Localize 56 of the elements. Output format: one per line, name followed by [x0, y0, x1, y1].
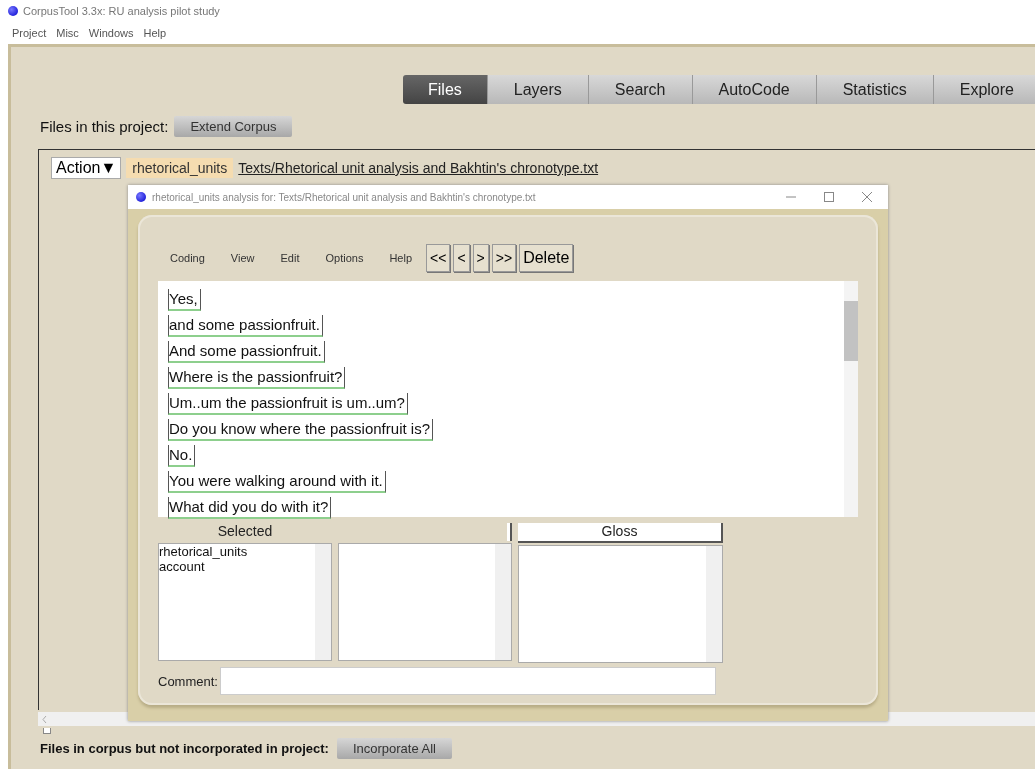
text-segment[interactable]: Do you know where the passionfruit is? [168, 419, 433, 441]
maximize-icon[interactable] [824, 192, 834, 202]
files-label: Files in this project: [40, 118, 169, 135]
comment-label: Comment: [158, 673, 218, 689]
window-title: CorpusTool 3.3x: RU analysis pilot study [23, 5, 220, 17]
menu-item[interactable]: Misc [56, 27, 79, 39]
list-box[interactable] [518, 545, 723, 663]
dialog-title: rhetorical_units analysis for: Texts/Rhetorical unit analysis and Bakhtin's chronotype.txt [152, 191, 537, 203]
scrollbar[interactable] [315, 544, 331, 660]
tab[interactable]: Files [403, 75, 488, 104]
nav-button[interactable]: < [453, 244, 470, 272]
menu-item[interactable]: View [230, 252, 255, 264]
text-segment[interactable]: Um..um the passionfruit is um..um? [168, 393, 408, 415]
menu-item[interactable]: Coding [170, 252, 205, 264]
app-icon [136, 192, 146, 202]
vertical-scrollbar[interactable] [844, 281, 858, 517]
layer-tag[interactable]: rhetorical_units [126, 158, 234, 178]
action-menu-button[interactable]: Action▼ [51, 157, 122, 179]
menu-item[interactable]: Options [325, 252, 364, 264]
unincorporated-label: Files in corpus but not incorporated in project: [40, 741, 329, 756]
text-segment[interactable]: and some passionfruit. [168, 315, 323, 337]
grip-icon [43, 728, 51, 734]
comment-field[interactable] [219, 667, 716, 695]
selected-header: Selected [216, 523, 274, 541]
text-segment[interactable]: No. [168, 445, 196, 467]
gloss-header: Gloss [518, 523, 723, 543]
text-segment[interactable]: What did you do with it? [168, 497, 332, 519]
text-segment[interactable]: Yes, [168, 289, 201, 311]
nav-button[interactable]: >> [491, 244, 517, 272]
nav-button[interactable]: << [426, 244, 451, 272]
scrollbar[interactable] [706, 546, 722, 662]
menu-item[interactable]: Windows [88, 27, 134, 39]
menu-item[interactable]: Help [389, 252, 413, 264]
text-segment[interactable]: And some passionfruit. [168, 341, 325, 363]
menu-item[interactable]: Help [143, 27, 167, 39]
menu-item[interactable]: Edit [280, 252, 300, 264]
nav-button[interactable]: > [472, 244, 489, 272]
list-item[interactable]: account [159, 559, 205, 574]
text-segment[interactable]: You were walking around with it. [168, 471, 386, 493]
file-link[interactable]: Texts/Rhetorical unit analysis and Bakhtin's chronotype.txt [238, 160, 599, 176]
column-handle[interactable] [507, 523, 512, 541]
list-box[interactable]: rhetorical_units account [158, 543, 332, 661]
tab[interactable]: Search [588, 75, 693, 104]
scrollbar[interactable] [495, 544, 511, 660]
extend-corpus-button[interactable]: Extend Corpus [174, 116, 293, 137]
nav-button[interactable]: Delete [519, 244, 574, 272]
incorporate-all-button[interactable]: Incorporate All [336, 738, 452, 759]
menu-item[interactable]: Project [12, 27, 47, 39]
text-segment[interactable]: Where is the passionfruit? [168, 367, 346, 389]
close-icon[interactable] [862, 192, 872, 202]
app-icon [8, 6, 18, 16]
tab[interactable]: AutoCode [692, 75, 817, 104]
tab[interactable]: Explore [933, 75, 1035, 104]
tab[interactable]: Layers [487, 75, 589, 104]
tab[interactable]: Statistics [816, 75, 934, 104]
list-item[interactable]: rhetorical_units [159, 544, 248, 559]
